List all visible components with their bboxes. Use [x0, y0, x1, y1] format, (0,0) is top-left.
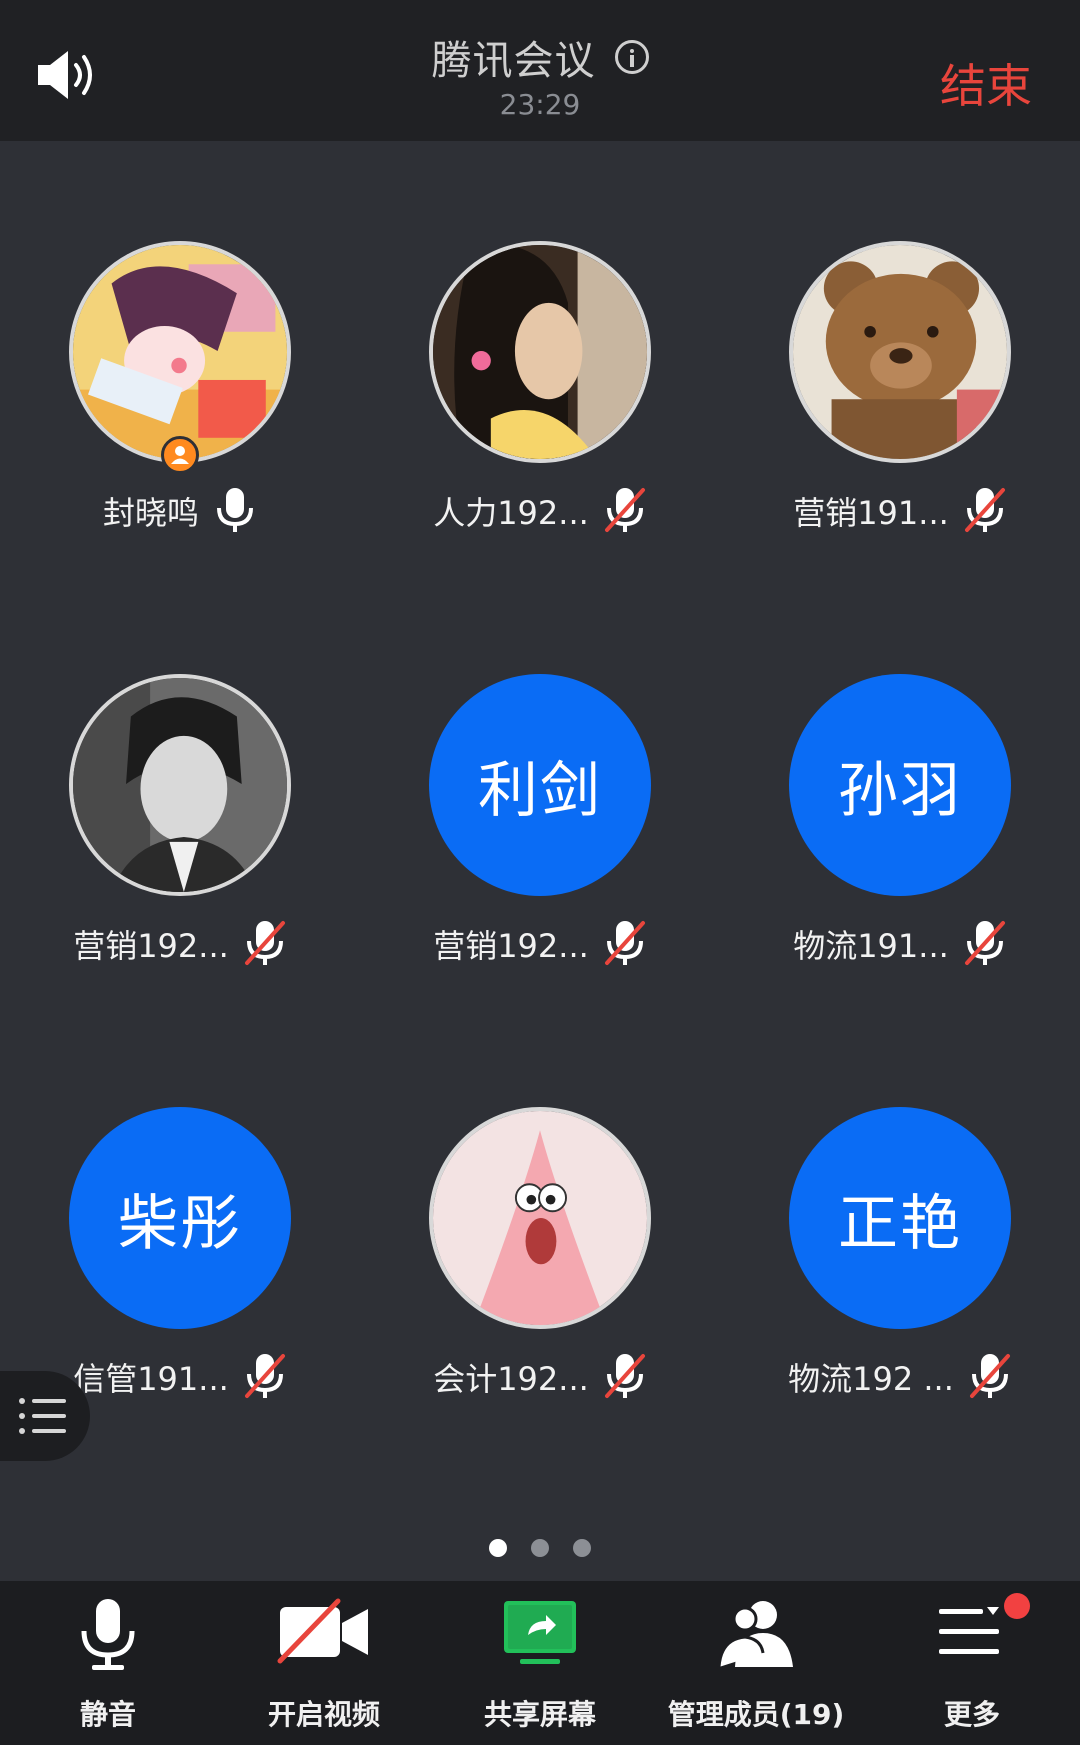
avatar-initials: 柴彤 [69, 1107, 291, 1329]
participant-name: 物流192 ... [788, 1360, 954, 1398]
mute-label: 静音 [79, 1698, 136, 1731]
participant-name: 人力192... [433, 494, 589, 532]
title-wrap: 腾讯会议 [0, 28, 1080, 86]
participant-grid: 封晓鸣 人力192... 营销191... 营销192... 利剑 营销192.… [0, 141, 1080, 1581]
host-badge-icon [161, 436, 199, 474]
end-meeting-button[interactable]: 结束 [940, 50, 1032, 116]
mic-muted-icon [244, 1354, 285, 1398]
participant-name-row: 物流191... [720, 919, 1080, 969]
participant-tile[interactable]: 利剑 营销192... [360, 574, 720, 965]
mic-muted-icon [244, 921, 285, 965]
participant-name: 营销192... [433, 927, 589, 965]
mic-muted-icon [604, 1354, 645, 1398]
participant-tile[interactable]: 营销192... [0, 574, 360, 965]
more-label: 更多 [943, 1698, 1000, 1731]
more-button[interactable]: 更多 [864, 1581, 1080, 1745]
participant-name: 营销191... [793, 494, 949, 532]
participant-name: 会计192... [433, 1360, 589, 1398]
more-menu-icon [939, 1607, 999, 1654]
avatar-initials: 正艳 [789, 1107, 1011, 1329]
meeting-time: 23:29 [499, 88, 581, 121]
participant-tile[interactable]: 封晓鸣 [0, 141, 360, 532]
page-dot[interactable] [573, 1539, 591, 1557]
participant-tile[interactable]: 营销191... [720, 141, 1080, 532]
avatar [429, 1107, 651, 1329]
notification-dot [1004, 1593, 1030, 1619]
info-icon[interactable] [614, 40, 649, 74]
page-indicator [0, 1539, 1080, 1557]
participant-name: 营销192... [73, 927, 229, 965]
start-video-button[interactable]: 开启视频 [216, 1581, 432, 1745]
avatar [789, 241, 1011, 463]
participant-name: 信管191... [73, 1360, 229, 1398]
participant-name-row: 物流192 ... [720, 1352, 1080, 1402]
participant-tile[interactable]: 会计192... [360, 1007, 720, 1398]
avatar [69, 674, 291, 896]
page-dot[interactable] [531, 1539, 549, 1557]
participant-name-row: 营销191... [720, 486, 1080, 536]
cartoon-girl-avatar-image [73, 245, 287, 459]
participant-name-row: 会计192... [360, 1352, 720, 1402]
manage-members-label: 管理成员(19) [667, 1698, 845, 1731]
participant-name: 封晓鸣 [102, 494, 199, 532]
mic-on-icon [217, 488, 253, 532]
share-screen-label: 共享屏幕 [483, 1698, 596, 1731]
bottom-toolbar: 静音 开启视频 共享屏幕 管理成员(19) 更多 [0, 1581, 1080, 1745]
avatar-initials: 利剑 [429, 674, 651, 896]
boy-portrait-avatar-image [73, 678, 287, 892]
top-bar: 腾讯会议 23:29 结束 [0, 0, 1080, 141]
meeting-title: 腾讯会议 [431, 38, 596, 84]
mic-muted-icon [964, 488, 1005, 532]
meeting-screen: 腾讯会议 23:29 结束 封晓鸣 人力192... 营销191... 营销19… [0, 0, 1080, 1745]
participant-name-row: 营销192... [0, 919, 360, 969]
members-icon [717, 1601, 793, 1668]
avatar [69, 241, 291, 463]
mic-muted-icon [604, 921, 645, 965]
mic-muted-icon [964, 921, 1005, 965]
page-dot[interactable] [489, 1539, 507, 1557]
participant-tile[interactable]: 孙羽 物流191... [720, 574, 1080, 965]
share-screen-button[interactable]: 共享屏幕 [432, 1581, 648, 1745]
mic-muted-icon [969, 1354, 1010, 1398]
share-screen-icon [504, 1601, 576, 1664]
list-icon [19, 1398, 66, 1434]
mute-button[interactable]: 静音 [0, 1581, 216, 1745]
microphone-icon [81, 1599, 135, 1670]
participant-tile[interactable]: 柴彤 信管191... [0, 1007, 360, 1398]
participant-name-row: 人力192... [360, 486, 720, 536]
avatar-initials: 孙羽 [789, 674, 1011, 896]
participant-name-row: 封晓鸣 [0, 486, 360, 536]
avatar [429, 241, 651, 463]
participant-tile[interactable]: 正艳 物流192 ... [720, 1007, 1080, 1398]
patrick-star-avatar-image [433, 1111, 647, 1325]
teddy-bear-avatar-image [793, 245, 1007, 459]
mic-muted-icon [604, 488, 645, 532]
participant-name: 物流191... [793, 927, 949, 965]
participant-name-row: 营销192... [360, 919, 720, 969]
manage-members-button[interactable]: 管理成员(19) [648, 1581, 864, 1745]
girl-portrait-avatar-image [433, 245, 647, 459]
start-video-label: 开启视频 [267, 1698, 380, 1731]
participant-tile[interactable]: 人力192... [360, 141, 720, 532]
video-off-icon [277, 1598, 368, 1664]
participant-list-toggle-button[interactable] [0, 1371, 90, 1461]
